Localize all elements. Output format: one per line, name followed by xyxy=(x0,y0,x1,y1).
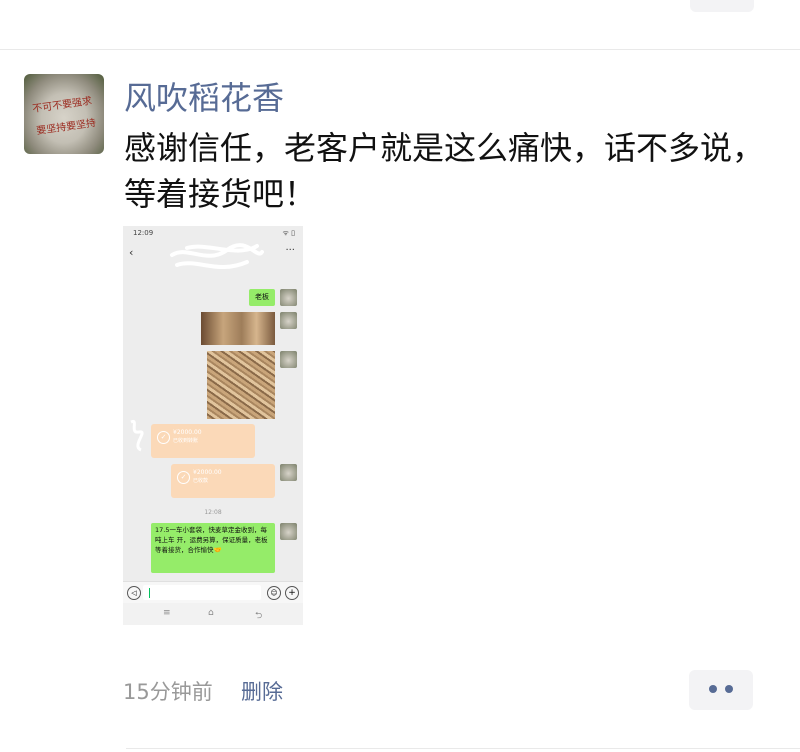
system-nav-bar: ≡ ⌂ ⮌ xyxy=(123,603,303,625)
more-dot xyxy=(725,685,733,693)
chat-avatar xyxy=(280,351,297,368)
chat-avatar xyxy=(280,464,297,481)
previous-post-more-button[interactable] xyxy=(690,0,754,12)
avatar-text: 不可不要强求 xyxy=(31,95,93,116)
transfer-status: 已收款 xyxy=(193,478,209,484)
more-dot xyxy=(709,685,717,693)
chat-input-bar: ◁ ☺ + xyxy=(123,581,303,604)
check-circle-icon: ✓ xyxy=(157,431,170,444)
chat-time: 12:08 xyxy=(204,509,222,516)
post-text: 感谢信任，老客户就是这么痛快，话不多说，等着接货吧！ xyxy=(124,129,765,213)
avatar[interactable]: 不可不要强求 要坚持要坚持 xyxy=(24,74,104,154)
add-icon: + xyxy=(285,586,299,600)
transfer-card: ✓ ¥2000.00 已收款 xyxy=(171,464,275,498)
chat-bubble: 老板 xyxy=(249,289,275,306)
more-button[interactable] xyxy=(689,670,753,710)
avatar-text: 要坚持要坚持 xyxy=(35,117,97,138)
redaction-scribble xyxy=(127,416,145,456)
status-bar: 12:09 ᯤ ▯ xyxy=(123,226,303,240)
chat-avatar xyxy=(280,289,297,306)
divider xyxy=(126,748,800,749)
nickname[interactable]: 风吹稻花香 xyxy=(124,76,284,120)
text-cursor xyxy=(149,588,150,598)
post-image[interactable]: 12:09 ᯤ ▯ ‹ ··· 老板 ✓ ¥2000.00 已收到转账 ✓ ¥2… xyxy=(123,226,303,625)
redaction-scribble xyxy=(170,243,264,269)
home-icon: ⌂ xyxy=(208,608,214,618)
check-circle-icon: ✓ xyxy=(177,471,190,484)
menu-icon: ≡ xyxy=(163,608,171,618)
transfer-card: ✓ ¥2000.00 已收到转账 xyxy=(151,424,255,458)
chat-header: ‹ ··· xyxy=(123,240,303,270)
back-arrow-icon: ‹ xyxy=(129,246,134,259)
status-icons: ᯤ ▯ xyxy=(282,229,295,237)
chat-image xyxy=(207,351,275,419)
emoji-icon: ☺ xyxy=(267,586,281,600)
transfer-amount: ¥2000.00 xyxy=(173,429,202,436)
chat-avatar xyxy=(280,523,297,540)
chat-avatar xyxy=(280,312,297,329)
more-dots-icon: ··· xyxy=(285,245,295,256)
divider xyxy=(0,49,800,50)
back-icon: ⮌ xyxy=(255,611,263,621)
chat-message: 17.5一车小套袋，快麦草定金收到，每吨上车 开，运费另算，保证质量，老板等着接… xyxy=(151,523,275,573)
chat-input-field xyxy=(143,585,261,600)
post-time: 15分钟前 xyxy=(123,680,213,704)
voice-icon: ◁ xyxy=(127,586,141,600)
delete-link[interactable]: 删除 xyxy=(241,676,283,706)
transfer-status: 已收到转账 xyxy=(173,438,199,444)
chat-image xyxy=(201,312,275,345)
status-time: 12:09 xyxy=(133,229,154,237)
transfer-amount: ¥2000.00 xyxy=(193,469,222,476)
